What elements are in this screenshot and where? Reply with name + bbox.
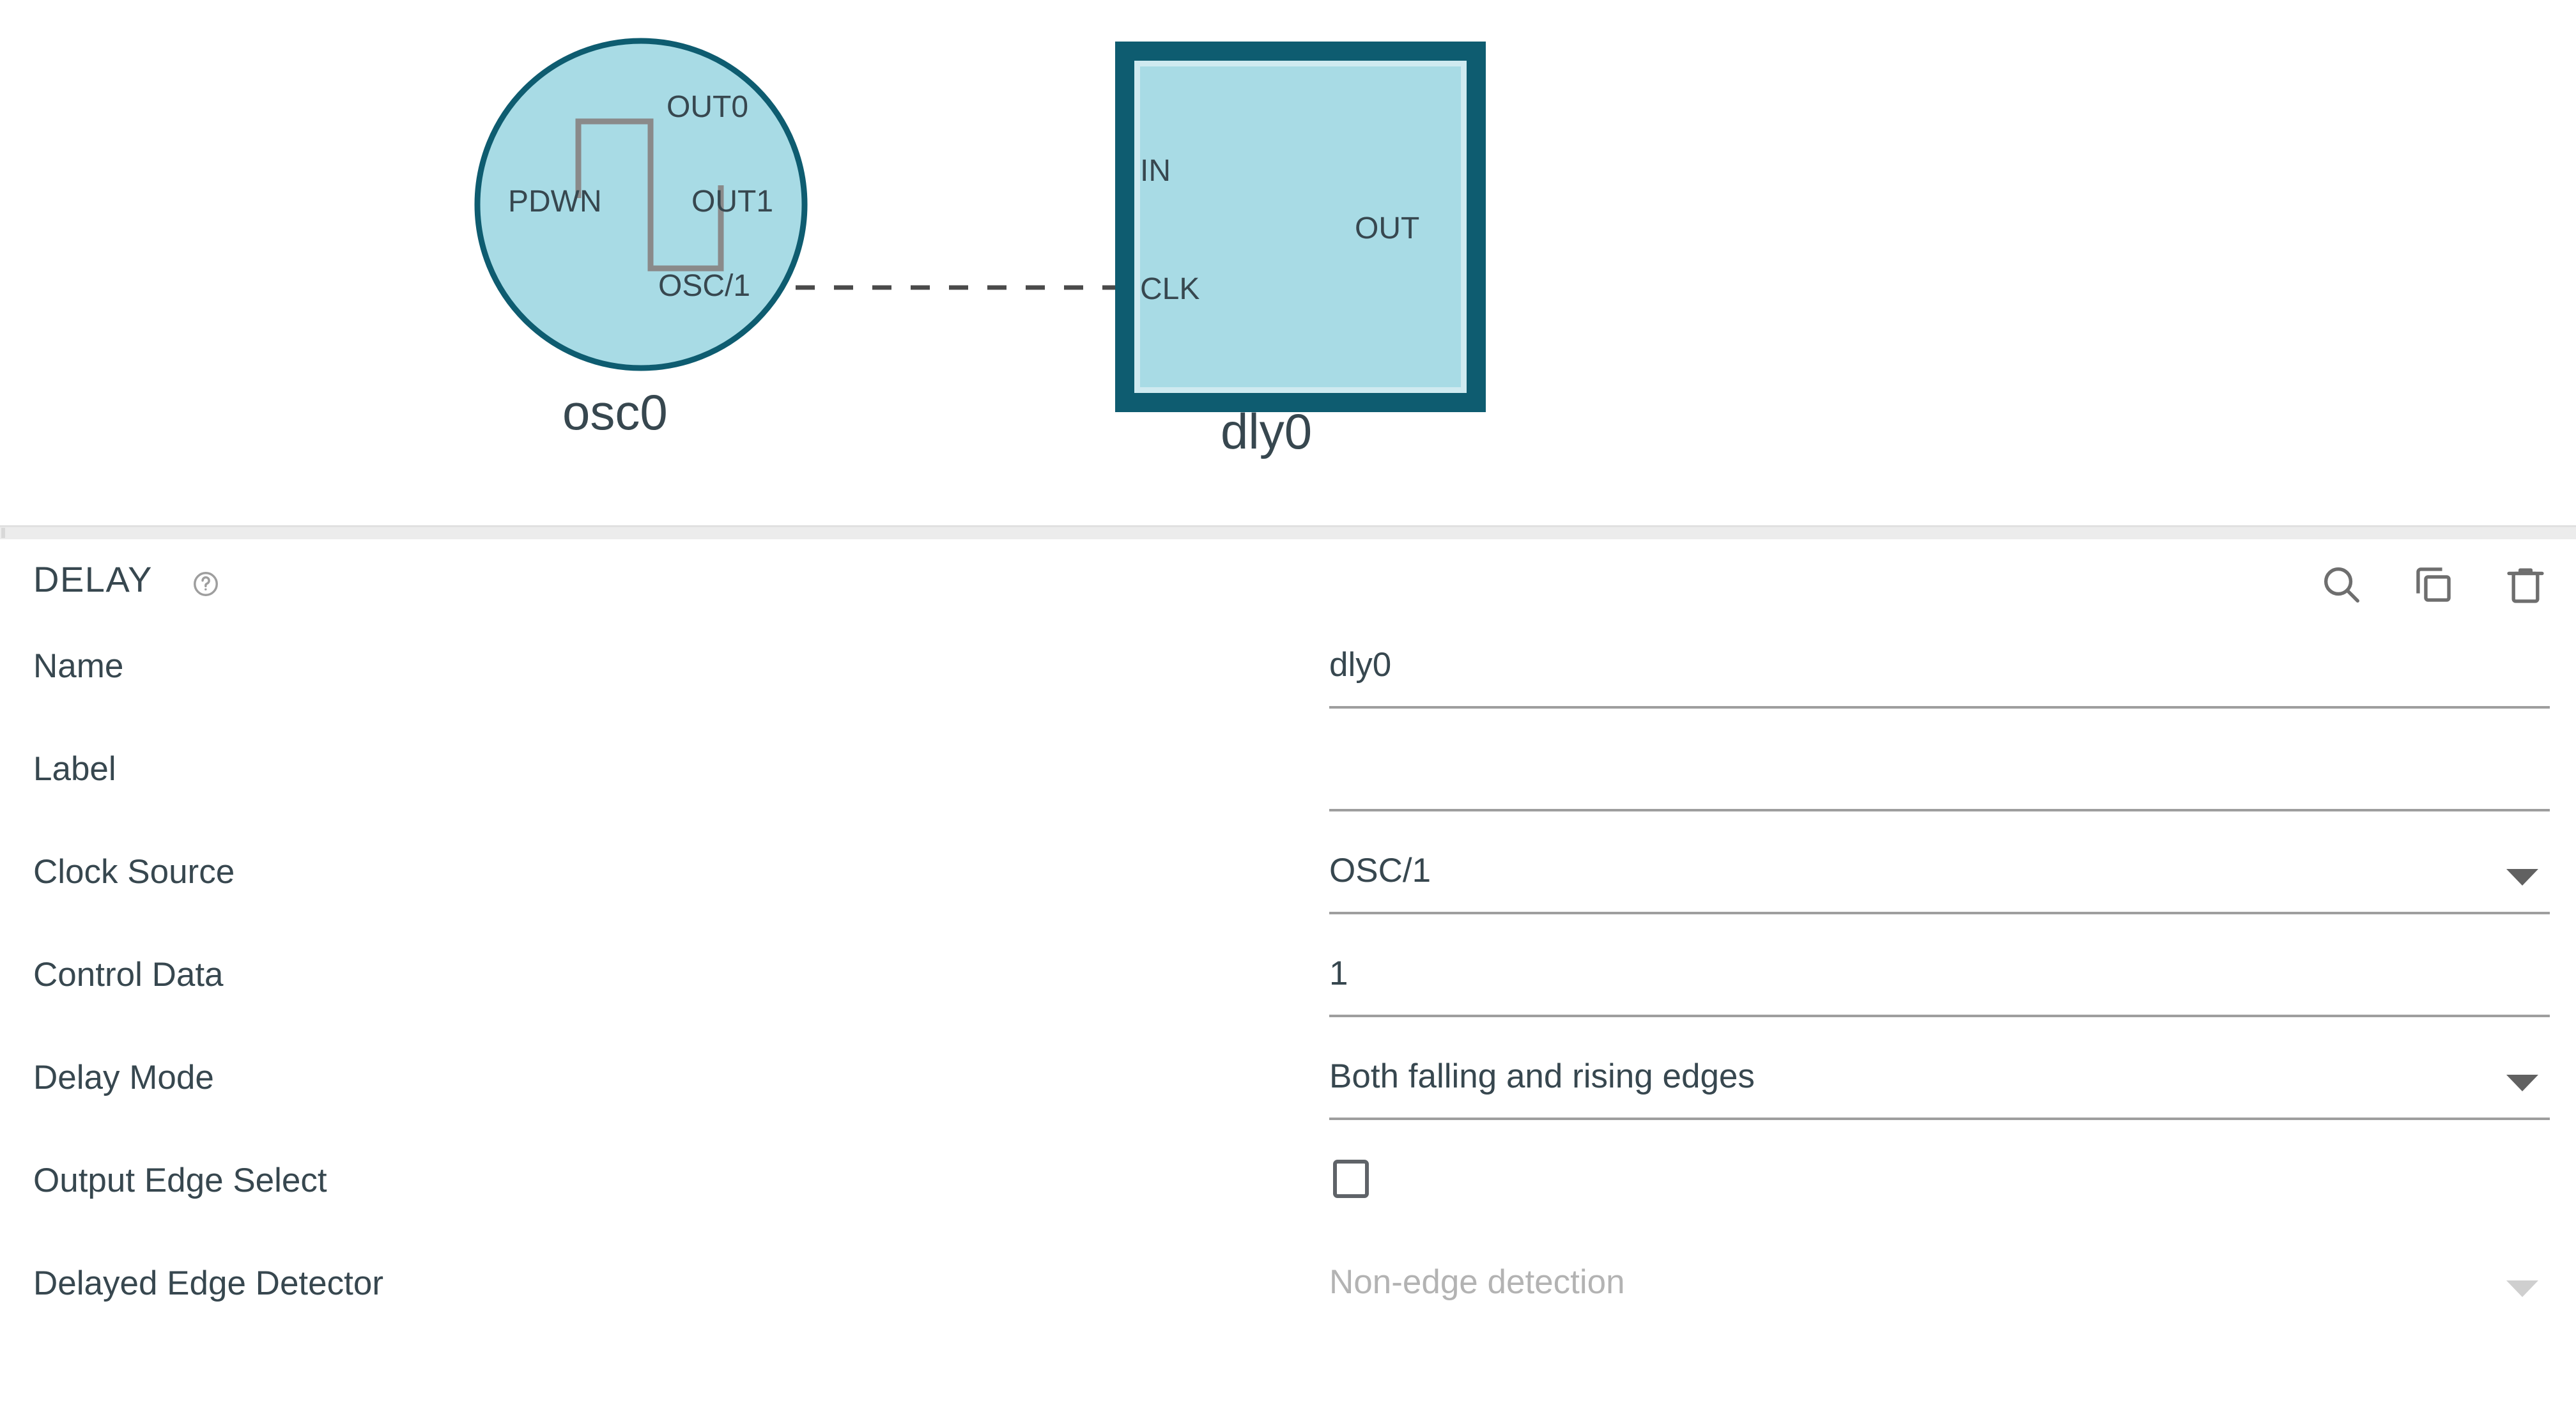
field-label-label: Label — [33, 750, 116, 788]
name-input-value[interactable]: dly0 — [1329, 645, 1391, 684]
control-data-underline — [1329, 1015, 2550, 1017]
field-control-output-edge-select[interactable] — [1329, 1144, 2550, 1247]
clock-source-underline — [1329, 912, 2550, 914]
form-row-control-data: Control Data 1 — [0, 939, 2576, 1041]
field-label-clock-source: Clock Source — [33, 853, 235, 891]
label-input-underline — [1329, 809, 2550, 811]
delay-mode-underline — [1329, 1118, 2550, 1120]
field-label-control-data: Control Data — [33, 956, 224, 994]
field-label-delayed-edge-detector: Delayed Edge Detector — [33, 1264, 383, 1302]
control-data-input-value[interactable]: 1 — [1329, 954, 1348, 993]
pin-label-osc1: OSC/1 — [658, 269, 751, 303]
panel-header: DELAY — [0, 541, 2576, 630]
panel-resize-handle[interactable] — [1, 528, 5, 538]
delayed-edge-detector-select-value: Non-edge detection — [1329, 1263, 1625, 1301]
form-row-label: Label — [0, 733, 2576, 836]
form-row-name: Name dly0 — [0, 630, 2576, 733]
form-row-delay-mode: Delay Mode Both falling and rising edges — [0, 1041, 2576, 1144]
properties-form: Name dly0 Label Clock Source OSC/1 Contr… — [0, 630, 2576, 1350]
node-dly0[interactable] — [1115, 42, 1486, 412]
copy-icon[interactable] — [2409, 560, 2458, 610]
field-control-label[interactable] — [1329, 733, 2550, 836]
node-name-dly0: dly0 — [1221, 403, 1313, 459]
pin-label-out1: OUT1 — [691, 185, 774, 219]
form-row-delayed-edge-detector: Delayed Edge Detector Non-edge detection — [0, 1247, 2576, 1350]
panel-divider[interactable] — [0, 525, 2576, 539]
field-label-delay-mode: Delay Mode — [33, 1059, 214, 1096]
search-icon[interactable] — [2317, 560, 2366, 610]
pin-label-pdwn: PDWN — [508, 185, 602, 219]
trash-icon[interactable] — [2501, 560, 2550, 610]
field-label-output-edge-select: Output Edge Select — [33, 1162, 327, 1199]
properties-panel: DELAY Name dly0 Label Clock Source OSC/1… — [0, 541, 2576, 1414]
clock-source-select-value[interactable]: OSC/1 — [1329, 851, 1431, 890]
schematic-canvas[interactable]: PDWN OUT0 OUT1 OSC/1 IN CLK OUT osc0 dly… — [0, 0, 2576, 524]
chevron-down-icon[interactable] — [2506, 1075, 2538, 1091]
pin-label-clk: CLK — [1140, 272, 1200, 306]
node-name-osc0: osc0 — [562, 384, 668, 440]
form-row-clock-source: Clock Source OSC/1 — [0, 836, 2576, 939]
field-control-control-data[interactable]: 1 — [1329, 939, 2550, 1041]
name-input-underline — [1329, 706, 2550, 709]
field-label-name: Name — [33, 647, 124, 685]
help-circle-icon[interactable] — [192, 570, 220, 598]
pin-label-in: IN — [1140, 154, 1171, 188]
page-title: DELAY — [33, 559, 153, 599]
panel-toolbar — [2317, 560, 2550, 610]
field-control-clock-source[interactable]: OSC/1 — [1329, 836, 2550, 939]
field-control-delayed-edge-detector: Non-edge detection — [1329, 1247, 2550, 1350]
pin-label-out: OUT — [1355, 211, 1420, 245]
field-control-name[interactable]: dly0 — [1329, 630, 2550, 733]
chevron-down-icon — [2506, 1280, 2538, 1297]
chevron-down-icon[interactable] — [2506, 869, 2538, 886]
field-control-delay-mode[interactable]: Both falling and rising edges — [1329, 1041, 2550, 1144]
output-edge-select-checkbox[interactable] — [1333, 1160, 1369, 1198]
delay-mode-select-value[interactable]: Both falling and rising edges — [1329, 1057, 1755, 1096]
form-row-output-edge-select: Output Edge Select — [0, 1144, 2576, 1247]
pin-label-out0: OUT0 — [667, 90, 749, 124]
